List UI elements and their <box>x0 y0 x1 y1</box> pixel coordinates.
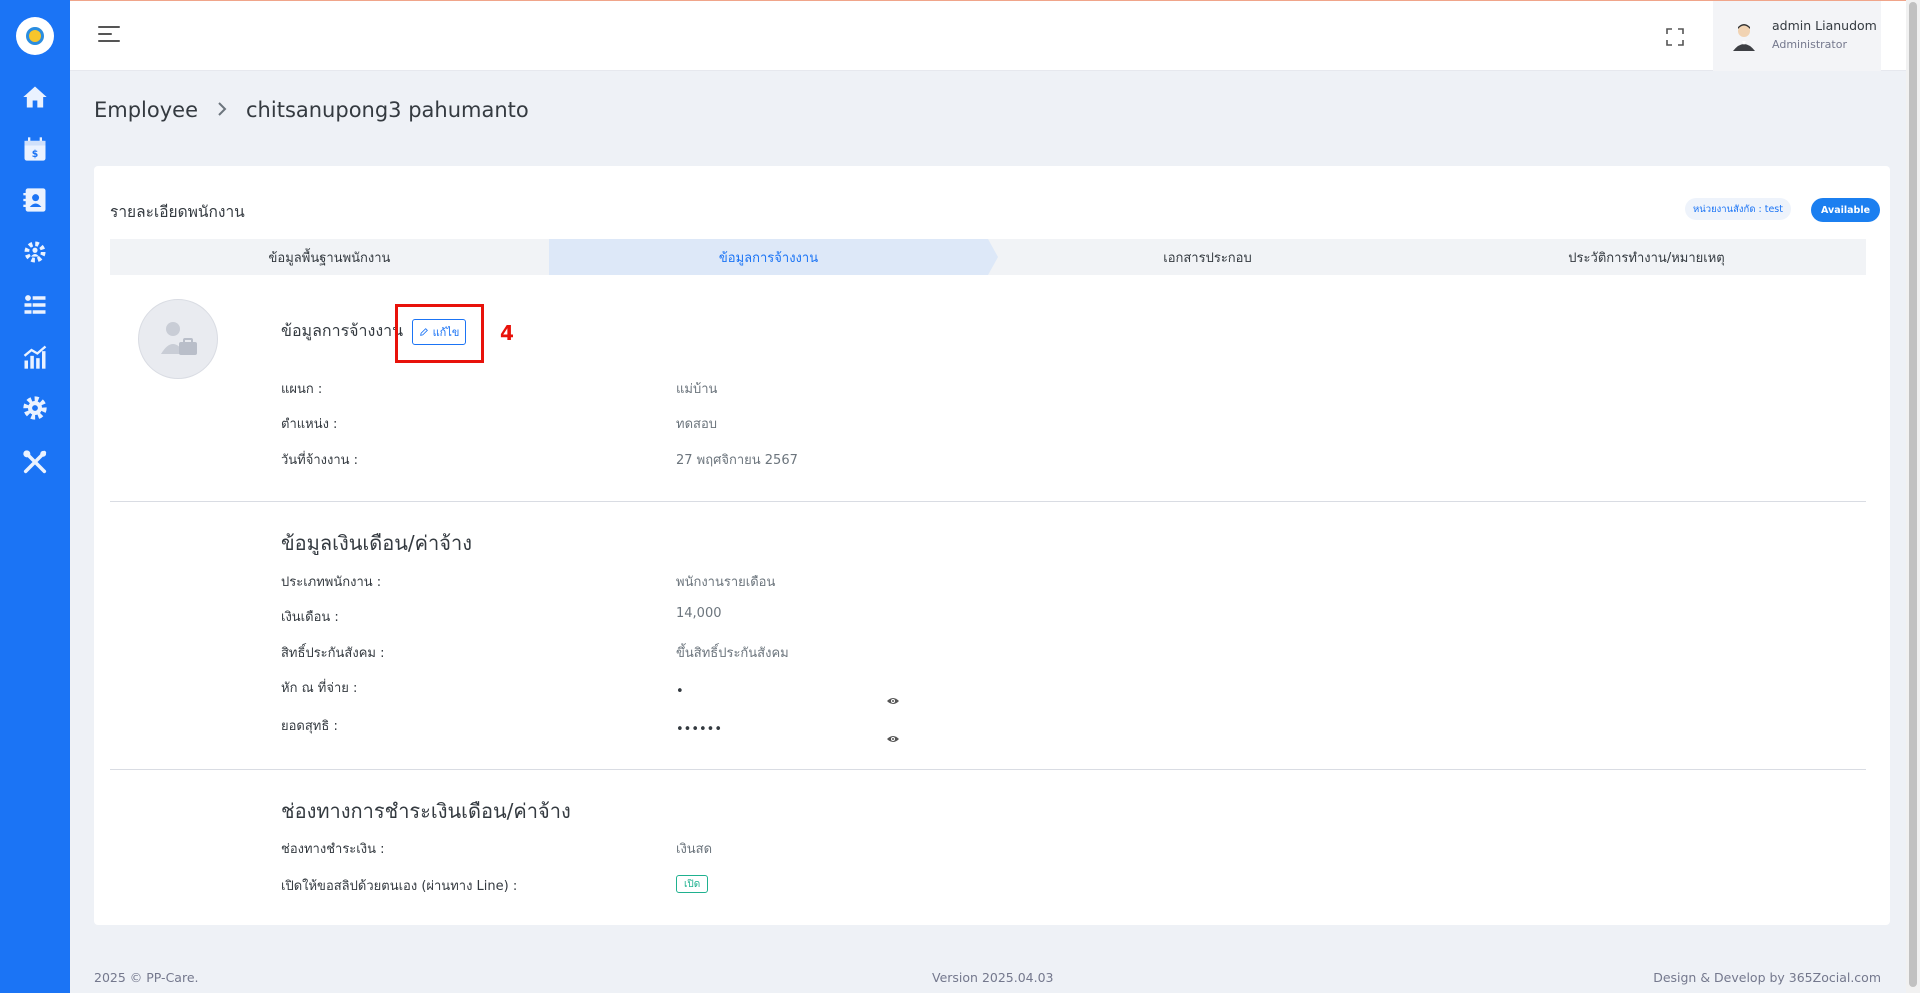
top-header: admin Lianudom Administrator <box>70 1 1906 71</box>
team-settings-icon[interactable] <box>20 237 50 267</box>
department-value: แม่บ้าน <box>676 382 718 397</box>
self-slip-status-badge: เปิด <box>676 875 709 893</box>
logo-mark <box>26 27 44 45</box>
tab-work-history[interactable]: ประวัติการทำงาน/หมายเหตุ <box>1427 239 1866 275</box>
app-logo[interactable] <box>16 17 54 55</box>
salary-section-title: ข้อมูลเงินเดือน/ค่าจ้าง <box>281 531 472 555</box>
net-pay-label: ยอดสุทธิ : <box>281 719 338 734</box>
payment-method-value: เงินสด <box>676 842 713 857</box>
tools-icon[interactable] <box>20 447 50 477</box>
fullscreen-icon[interactable] <box>1665 27 1685 47</box>
calendar-payroll-icon[interactable]: $ <box>20 134 50 164</box>
eye-icon[interactable] <box>886 691 900 704</box>
gear-icon[interactable] <box>20 393 50 423</box>
payment-method-label: ช่องทางชำระเงิน : <box>281 842 385 857</box>
social-security-value: ขึ้นสิทธิ์ประกันสังคม <box>676 646 789 661</box>
tab-employment-info[interactable]: ข้อมูลการจ้างงาน <box>549 239 998 275</box>
employee-type-label: ประเภทพนักงาน : <box>281 575 382 590</box>
tab-basic-info[interactable]: ข้อมูลพื้นฐานพนักงาน <box>110 239 549 275</box>
position-label: ตำแหน่ง : <box>281 417 338 432</box>
social-security-label: สิทธิ์ประกันสังคม : <box>281 646 385 661</box>
net-pay-value: •••••• <box>676 722 723 737</box>
payment-section-title: ช่องทางการชำระเงินเดือน/ค่าจ้าง <box>281 799 571 823</box>
eye-icon[interactable] <box>886 729 900 742</box>
position-value: ทดสอบ <box>676 417 718 432</box>
home-icon[interactable] <box>20 82 50 112</box>
card-title: รายละเอียดพนักงาน <box>110 203 245 221</box>
detail-tabs: ข้อมูลพื้นฐานพนักงาน ข้อมูลการจ้างงาน เอ… <box>110 239 1866 275</box>
contact-card-icon[interactable] <box>20 185 50 215</box>
hire-date-label: วันที่จ้างงาน : <box>281 453 359 468</box>
employee-type-value: พนักงานรายเดือน <box>676 575 776 590</box>
footer-credit: Design & Develop by 365Zocial.com <box>1653 970 1881 985</box>
breadcrumb: Employee chitsanupong3 pahumanto <box>94 98 529 122</box>
footer-copyright: 2025 © PP-Care. <box>94 970 199 985</box>
employee-detail-card: รายละเอียดพนักงาน หน่วยงานสังกัด : test … <box>94 166 1890 925</box>
footer-version: Version 2025.04.03 <box>932 970 1054 985</box>
status-badge: Available <box>1811 198 1881 222</box>
page-scrollbar[interactable] <box>1906 0 1920 993</box>
chevron-right-icon <box>216 98 228 122</box>
employment-section-title: ข้อมูลการจ้างงาน <box>281 321 404 340</box>
user-name: admin Lianudom <box>1772 18 1877 33</box>
employee-placeholder-icon <box>161 322 197 355</box>
breadcrumb-root[interactable]: Employee <box>94 98 198 122</box>
department-label: แผนก : <box>281 382 323 397</box>
unit-badge: หน่วยงานสังกัด : test <box>1685 198 1791 220</box>
scrollbar-thumb[interactable] <box>1909 2 1917 987</box>
annotation-highlight-box <box>395 304 484 363</box>
self-slip-request-label: เปิดให้ขอสลิปด้วยตนเอง (ผ่านทาง Line) : <box>281 879 518 894</box>
user-avatar <box>1727 19 1761 53</box>
user-menu[interactable]: admin Lianudom Administrator <box>1713 1 1881 71</box>
svg-text:$: $ <box>32 149 39 160</box>
salary-value: 14,000 <box>676 606 722 621</box>
user-role: Administrator <box>1772 38 1847 51</box>
section-divider <box>110 501 1866 502</box>
withholding-tax-value: • <box>676 684 684 699</box>
sidebar: $ <box>0 0 70 993</box>
annotation-step-number: 4 <box>500 321 514 345</box>
breadcrumb-current: chitsanupong3 pahumanto <box>246 98 529 122</box>
hire-date-value: 27 พฤศจิกายน 2567 <box>676 453 798 468</box>
profile-photo <box>138 299 218 379</box>
tab-documents[interactable]: เอกสารประกอบ <box>988 239 1427 275</box>
chart-icon[interactable] <box>20 342 50 372</box>
section-divider <box>110 769 1866 770</box>
salary-label: เงินเดือน : <box>281 610 339 625</box>
withholding-tax-label: หัก ณ ที่จ่าย : <box>281 681 358 696</box>
list-icon[interactable] <box>20 290 50 320</box>
menu-toggle-icon[interactable] <box>98 26 120 44</box>
